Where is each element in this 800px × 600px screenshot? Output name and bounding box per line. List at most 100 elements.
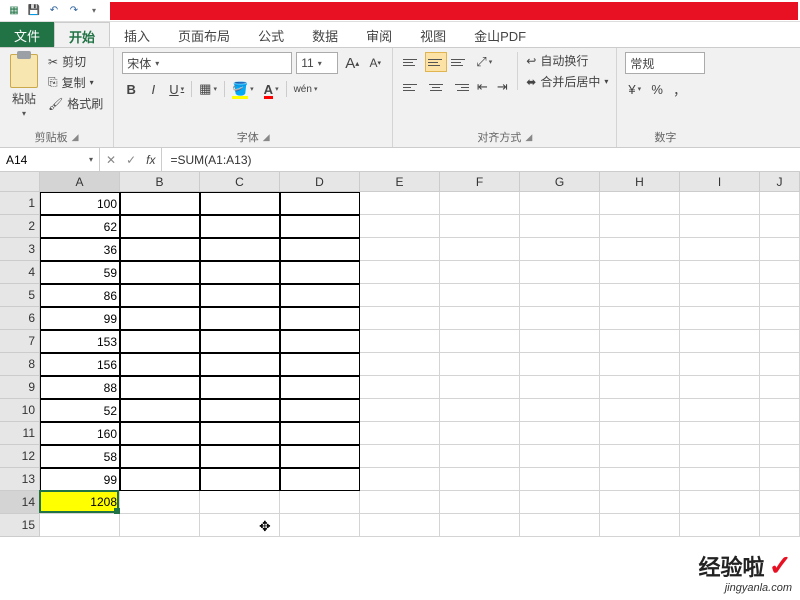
cut-button[interactable]: ✂ 剪切 <box>46 52 105 71</box>
cell[interactable] <box>200 445 280 468</box>
cell[interactable] <box>280 376 360 399</box>
column-header[interactable]: H <box>600 172 680 192</box>
cell[interactable] <box>120 445 200 468</box>
row-header[interactable]: 8 <box>0 353 40 376</box>
cell[interactable] <box>440 376 520 399</box>
cell[interactable]: 1208 <box>40 491 120 514</box>
format-painter-button[interactable]: 🖌 格式刷 <box>46 94 105 113</box>
decrease-indent-button[interactable]: ⇤ <box>473 77 491 97</box>
cell[interactable] <box>680 468 760 491</box>
cell[interactable] <box>360 330 440 353</box>
cell[interactable] <box>200 376 280 399</box>
cell[interactable]: 153 <box>40 330 120 353</box>
row-header[interactable]: 12 <box>0 445 40 468</box>
row-header[interactable]: 1 <box>0 192 40 215</box>
cell[interactable] <box>200 330 280 353</box>
cell[interactable] <box>760 491 800 514</box>
cell[interactable] <box>280 238 360 261</box>
dialog-launcher-icon[interactable]: ◢ <box>263 132 270 143</box>
cell[interactable] <box>520 330 600 353</box>
cell[interactable] <box>760 261 800 284</box>
row-header[interactable]: 2 <box>0 215 40 238</box>
cell[interactable] <box>280 468 360 491</box>
cell[interactable] <box>360 468 440 491</box>
cell[interactable] <box>520 261 600 284</box>
cell[interactable] <box>680 491 760 514</box>
column-header[interactable]: D <box>280 172 360 192</box>
cell[interactable] <box>120 353 200 376</box>
cell[interactable] <box>600 307 680 330</box>
spreadsheet-grid[interactable]: ABCDEFGHIJ 123456789101112131415 1006236… <box>0 172 800 600</box>
cell[interactable]: 100 <box>40 192 120 215</box>
cell[interactable]: 88 <box>40 376 120 399</box>
redo-icon[interactable]: ↷ <box>66 3 82 19</box>
cell[interactable] <box>520 422 600 445</box>
cell[interactable] <box>280 330 360 353</box>
cell[interactable] <box>600 261 680 284</box>
cell[interactable] <box>120 376 200 399</box>
align-center-button[interactable] <box>425 77 447 97</box>
cell[interactable] <box>680 422 760 445</box>
cell[interactable] <box>200 238 280 261</box>
cell[interactable] <box>360 399 440 422</box>
cell[interactable] <box>680 284 760 307</box>
border-button[interactable]: ▦▾ <box>196 79 220 99</box>
cell[interactable] <box>200 468 280 491</box>
fill-color-button[interactable]: 🪣▾ <box>229 79 257 99</box>
cell[interactable] <box>280 445 360 468</box>
dialog-launcher-icon[interactable]: ◢ <box>525 132 532 143</box>
cell[interactable] <box>120 330 200 353</box>
tab-file[interactable]: 文件 <box>0 22 54 47</box>
cell[interactable] <box>120 238 200 261</box>
merge-center-button[interactable]: ⬌ 合并后居中 ▾ <box>526 73 608 90</box>
align-middle-button[interactable] <box>425 52 447 72</box>
row-header[interactable]: 5 <box>0 284 40 307</box>
cell[interactable] <box>280 192 360 215</box>
enter-formula-icon[interactable]: ✓ <box>126 153 136 167</box>
cancel-formula-icon[interactable]: ✕ <box>106 153 116 167</box>
cell[interactable] <box>760 399 800 422</box>
cell[interactable] <box>360 422 440 445</box>
cell[interactable] <box>680 376 760 399</box>
row-header[interactable]: 4 <box>0 261 40 284</box>
cell[interactable] <box>520 514 600 537</box>
tab-home[interactable]: 开始 <box>54 22 110 47</box>
column-header[interactable]: A <box>40 172 120 192</box>
cell[interactable] <box>680 215 760 238</box>
cell[interactable] <box>600 192 680 215</box>
cell[interactable]: 160 <box>40 422 120 445</box>
cell[interactable] <box>760 215 800 238</box>
cell[interactable] <box>760 376 800 399</box>
cell[interactable] <box>440 468 520 491</box>
cell[interactable] <box>200 514 280 537</box>
font-name-select[interactable]: 宋体 ▾ <box>122 52 292 74</box>
cell[interactable] <box>280 307 360 330</box>
cell[interactable] <box>520 307 600 330</box>
cell[interactable] <box>360 376 440 399</box>
cell[interactable] <box>520 215 600 238</box>
cell[interactable] <box>360 261 440 284</box>
row-header[interactable]: 3 <box>0 238 40 261</box>
cell[interactable] <box>600 215 680 238</box>
cell[interactable] <box>200 215 280 238</box>
cell[interactable] <box>280 261 360 284</box>
select-all-button[interactable] <box>0 172 40 192</box>
column-header[interactable]: F <box>440 172 520 192</box>
orientation-button[interactable]: ⤢▾ <box>473 52 495 72</box>
save-icon[interactable]: 💾 <box>26 3 42 19</box>
cell[interactable]: 99 <box>40 468 120 491</box>
cell[interactable] <box>680 399 760 422</box>
cell[interactable] <box>120 399 200 422</box>
cell[interactable] <box>600 514 680 537</box>
column-header[interactable]: B <box>120 172 200 192</box>
cell[interactable] <box>520 192 600 215</box>
column-header[interactable]: J <box>760 172 800 192</box>
column-header[interactable]: C <box>200 172 280 192</box>
cell[interactable] <box>440 445 520 468</box>
dialog-launcher-icon[interactable]: ◢ <box>72 132 79 143</box>
tab-formulas[interactable]: 公式 <box>244 22 298 47</box>
cell[interactable] <box>360 215 440 238</box>
cell[interactable] <box>520 399 600 422</box>
increase-indent-button[interactable]: ⇥ <box>493 77 511 97</box>
row-header[interactable]: 7 <box>0 330 40 353</box>
